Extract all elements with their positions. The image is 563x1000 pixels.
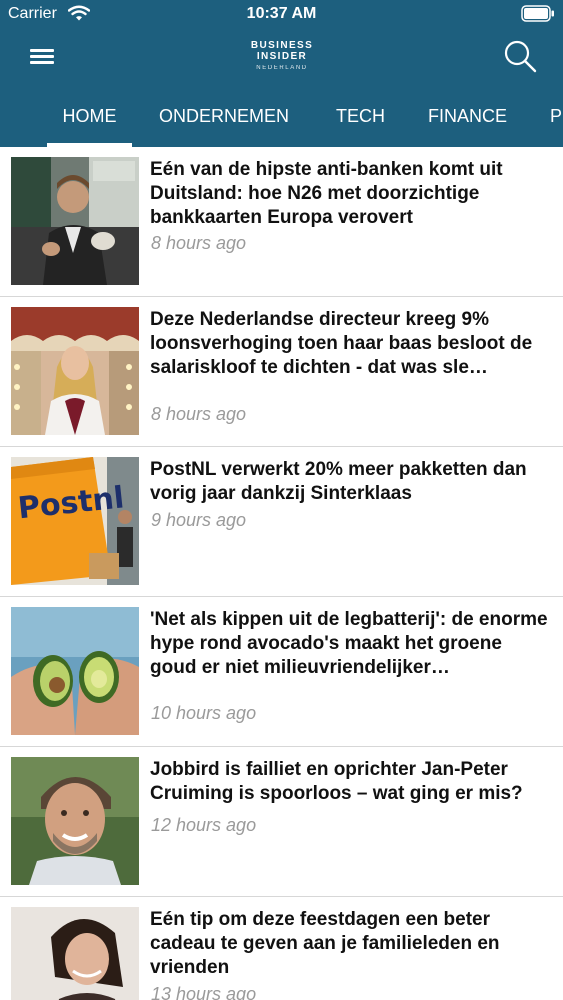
article-item[interactable]: Eén van de hipste anti-banken komt uit D… — [0, 147, 563, 297]
article-item[interactable]: Jobbird is failliet en oprichter Jan-Pet… — [0, 747, 563, 897]
tab-tech[interactable]: TECH — [336, 95, 385, 147]
business-insider-logo: BUSINESS INSIDER NEDERLAND — [231, 40, 333, 74]
article-thumbnail — [11, 757, 139, 885]
article-item[interactable]: 'Net als kippen uit de legbatterij': de … — [0, 597, 563, 747]
tab-next-section[interactable]: P — [550, 95, 562, 147]
hamburger-menu-icon[interactable] — [28, 45, 56, 67]
article-feed: Eén van de hipste anti-banken komt uit D… — [0, 147, 563, 1000]
article-title: Eén tip om deze feestdagen een beter cad… — [150, 909, 500, 978]
article-title: Deze Nederlandse directeur kreeg 9% loon… — [150, 309, 533, 378]
section-tabs: HOME ONDERNEMEN TECH FINANCE P — [0, 95, 563, 147]
logo-line-insider: INSIDER — [256, 51, 308, 62]
article-timestamp: 9 hours ago — [151, 510, 247, 530]
article-thumbnail — [11, 157, 139, 285]
article-title: 'Net als kippen uit de legbatterij': de … — [150, 609, 548, 678]
battery-icon — [521, 5, 554, 22]
tab-home[interactable]: HOME — [47, 95, 132, 147]
status-time: 10:37 AM — [246, 5, 317, 22]
tab-ondernemen[interactable]: ONDERNEMEN — [159, 95, 289, 147]
article-item[interactable]: Eén tip om deze feestdagen een beter cad… — [0, 897, 563, 1000]
article-item[interactable]: Postnl PostNL verwerkt 20% meer pakkette… — [0, 447, 563, 597]
article-thumbnail — [11, 607, 139, 735]
app-header: Carrier 10:37 AM BUSINESS INSIDER NEDERL… — [0, 0, 563, 147]
article-thumbnail: Postnl — [11, 457, 139, 585]
article-title: Eén van de hipste anti-banken komt uit D… — [150, 159, 503, 228]
status-bar: Carrier 10:37 AM — [0, 0, 563, 30]
article-title: Jobbird is failliet en oprichter Jan-Pet… — [150, 759, 523, 804]
article-thumbnail — [11, 307, 139, 435]
article-timestamp: 10 hours ago — [151, 703, 257, 723]
tab-finance[interactable]: FINANCE — [428, 95, 507, 147]
article-timestamp: 8 hours ago — [151, 233, 247, 253]
article-timestamp: 8 hours ago — [151, 404, 247, 424]
article-title: PostNL verwerkt 20% meer pakketten dan v… — [150, 459, 527, 504]
logo-line-nederland: NEDERLAND — [256, 65, 308, 71]
article-thumbnail — [11, 907, 139, 1000]
search-icon[interactable] — [502, 40, 538, 74]
logo-line-business: BUSINESS — [250, 40, 314, 51]
article-timestamp: 13 hours ago — [151, 984, 257, 1000]
article-timestamp: 12 hours ago — [151, 815, 257, 835]
article-item[interactable]: Deze Nederlandse directeur kreeg 9% loon… — [0, 297, 563, 447]
